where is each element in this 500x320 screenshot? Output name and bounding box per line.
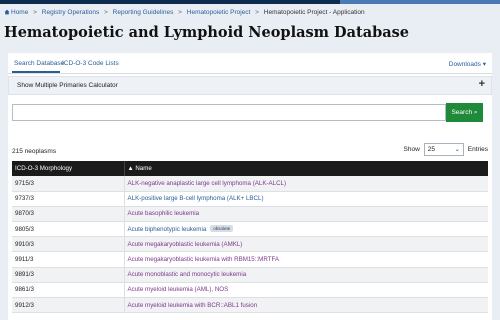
neoplasm-name-link[interactable]: Acute myeloid leukemia (AML), NOS — [128, 286, 229, 293]
chevron-down-icon: ▾ — [482, 61, 486, 68]
table-row: 9715/3 ALK-negative anaplastic large cell… — [12, 176, 488, 192]
home-icon — [4, 9, 10, 15]
breadcrumb-separator: > — [33, 9, 37, 16]
morphology-code: 9805/3 — [12, 221, 125, 238]
breadcrumb-current: Hematopoietic Project - Application — [263, 9, 365, 16]
search-button[interactable]: Search ⌕ — [446, 103, 483, 122]
morphology-code: 9911/3 — [12, 251, 125, 268]
column-header-morphology[interactable]: ICD-O-3 Morphology — [12, 161, 125, 176]
breadcrumb: Home > Registry Operations > Reporting G… — [4, 9, 365, 16]
morphology-code: 9870/3 — [12, 206, 125, 223]
entries-label: Entries — [467, 146, 488, 153]
neoplasm-name-link[interactable]: ALK-negative anaplastic large cell lymph… — [128, 180, 287, 187]
page-size-value: 25 — [427, 146, 435, 153]
neoplasm-name-cell: Acute biphenotypic leukemia obsolete — [124, 221, 488, 238]
search-button-label: Search — [451, 109, 473, 116]
breadcrumb-hematopoietic-project[interactable]: Hematopoietic Project — [187, 9, 251, 16]
main-panel: Search Database ICD-O-3 Code Lists Downl… — [8, 53, 492, 320]
chevron-down-icon: ⌄ — [454, 147, 460, 153]
downloads-dropdown[interactable]: Downloads ▾ — [449, 60, 486, 68]
table-row: 9805/3 Acute biphenotypic leukemia obsolet… — [12, 221, 488, 238]
tab-bar: Search Database ICD-O-3 Code Lists Downl… — [8, 53, 492, 74]
neoplasm-name-link[interactable]: Acute megakaryoblastic leukemia with RBM… — [128, 256, 280, 263]
column-header-name[interactable]: ▲ Name — [124, 161, 488, 176]
search-input[interactable] — [12, 104, 446, 121]
table-header-row: ICD-O-3 Morphology ▲ Name — [12, 161, 488, 176]
calculator-label: Show Multiple Primaries Calculator — [17, 82, 118, 89]
neoplasm-name-cell: Acute myeloid leukemia (AML), NOS — [124, 282, 488, 299]
tab-icd-o-3-code-lists[interactable]: ICD-O-3 Code Lists — [62, 60, 119, 67]
neoplasm-name-cell: Acute megakaryoblastic leukemia (AMKL) — [124, 236, 488, 253]
morphology-code: 9891/3 — [12, 267, 125, 283]
neoplasm-name-link[interactable]: Acute myeloid leukemia with BCR::ABL1 fu… — [128, 302, 258, 309]
page-size-control: Show 25 ⌄ Entries — [403, 143, 488, 156]
morphology-code: 9861/3 — [12, 282, 125, 299]
neoplasm-name-link[interactable]: Acute basophilic leukemia — [128, 210, 200, 217]
breadcrumb-home-label: Home — [11, 9, 29, 16]
neoplasm-name-cell: ALK-positive large B-cell lymphoma (ALK+… — [124, 191, 488, 207]
breadcrumb-registry-operations[interactable]: Registry Operations — [42, 9, 99, 16]
result-count: 215 neoplasms — [12, 148, 57, 155]
morphology-code: 9737/3 — [12, 191, 125, 207]
table-row: 9910/3 Acute megakaryoblastic leukemia (A… — [12, 236, 488, 253]
search-icon: ⌕ — [473, 109, 478, 116]
active-tab-indicator — [12, 71, 60, 73]
table-row: 9861/3 Acute myeloid leukemia (AML), NOS — [12, 282, 488, 299]
plus-icon[interactable]: + — [479, 78, 485, 90]
neoplasm-name-cell: Acute basophilic leukemia — [124, 206, 488, 223]
top-bar-accent — [340, 0, 500, 4]
neoplasm-name-link[interactable]: ALK-positive large B-cell lymphoma (ALK+… — [128, 195, 264, 202]
page-size-select[interactable]: 25 ⌄ — [423, 143, 464, 156]
neoplasm-name-link[interactable]: Acute megakaryoblastic leukemia (AMKL) — [128, 241, 243, 248]
neoplasm-name-link[interactable]: Acute monoblastic and monocytic leukemia — [128, 271, 247, 278]
show-label: Show — [403, 146, 420, 153]
breadcrumb-separator: > — [178, 9, 182, 16]
table-body: 9715/3 ALK-negative anaplastic large cell… — [12, 176, 488, 314]
morphology-code: 9912/3 — [12, 297, 125, 314]
downloads-label: Downloads — [448, 61, 481, 68]
neoplasm-name-cell: Acute myeloid leukemia with BCR::ABL1 fu… — [124, 297, 488, 314]
multiple-primaries-calculator-toggle[interactable]: Show Multiple Primaries Calculator + — [8, 76, 492, 95]
table-row: 9891/3 Acute monoblastic and monocytic le… — [12, 267, 488, 283]
obsolete-badge: obsolete — [210, 225, 234, 233]
neoplasm-name-cell: Acute monoblastic and monocytic leukemia — [124, 267, 488, 283]
morphology-code: 9910/3 — [12, 236, 125, 253]
breadcrumb-reporting-guidelines[interactable]: Reporting Guidelines — [113, 9, 174, 16]
breadcrumb-separator: > — [104, 9, 108, 16]
table-row: 9912/3 Acute myeloid leukemia with BCR::A… — [12, 297, 488, 314]
breadcrumb-home[interactable]: Home — [4, 9, 30, 16]
morphology-code: 9715/3 — [12, 176, 125, 192]
tab-search-database[interactable]: Search Database — [14, 60, 64, 67]
page-title: Hematopoietic and Lymphoid Neoplasm Data… — [4, 24, 410, 41]
neoplasm-name-cell: Acute megakaryoblastic leukemia with RBM… — [124, 251, 488, 268]
table-row: 9911/3 Acute megakaryoblastic leukemia wi… — [12, 251, 488, 268]
neoplasm-table: ICD-O-3 Morphology ▲ Name 9715/3 ALK-nega… — [12, 161, 488, 314]
breadcrumb-separator: > — [255, 9, 259, 16]
table-row: 9870/3 Acute basophilic leukemia — [12, 206, 488, 223]
neoplasm-name-link[interactable]: Acute biphenotypic leukemia — [128, 226, 207, 233]
top-bar — [0, 0, 500, 4]
table-row: 9737/3 ALK-positive large B-cell lymphoma… — [12, 191, 488, 207]
neoplasm-name-cell: ALK-negative anaplastic large cell lymph… — [124, 176, 488, 192]
